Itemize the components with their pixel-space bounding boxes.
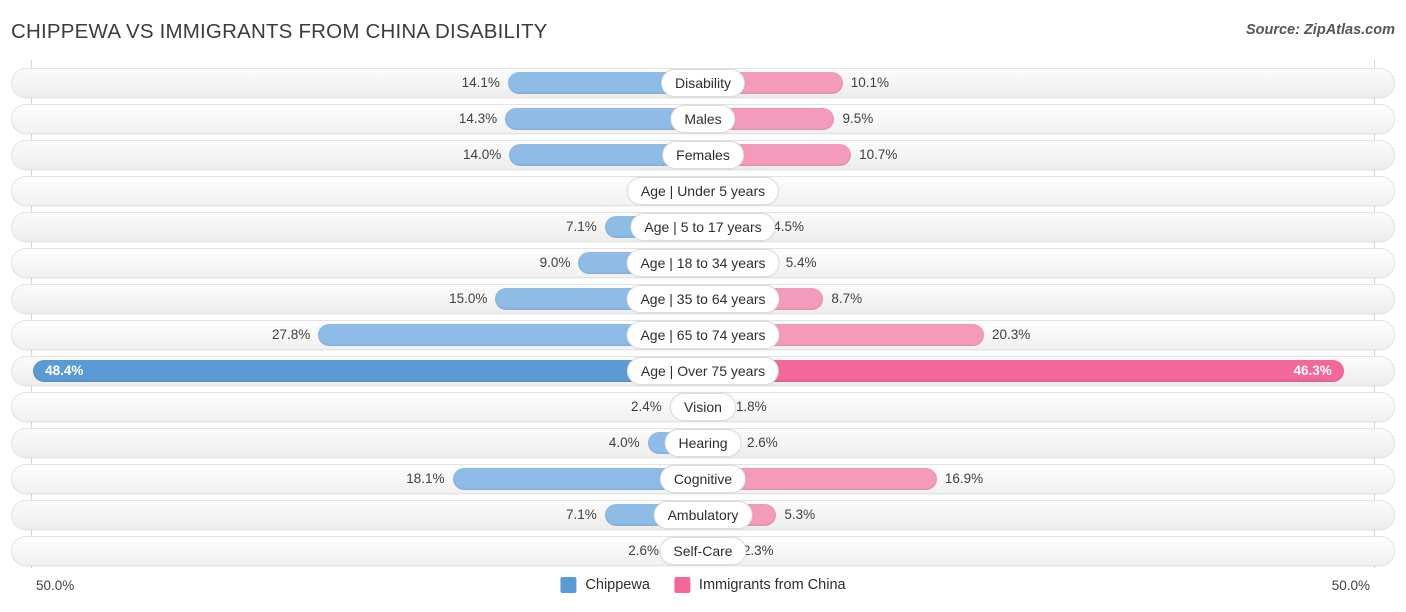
value-label-chippewa: 2.4% — [631, 399, 662, 414]
value-label-chippewa: 4.0% — [608, 435, 640, 450]
value-label-chippewa: 2.6% — [628, 543, 660, 558]
chart-header: CHIPPEWA VS IMMIGRANTS FROM CHINA DISABI… — [0, 0, 1406, 58]
bar-chippewa — [33, 360, 703, 382]
value-label-chippewa: 27.8% — [271, 327, 311, 342]
chart-row: 14.0% 10.7% Females — [11, 140, 1395, 170]
legend-label-immigrants-from-china: Immigrants from China — [698, 577, 846, 593]
value-label-chippewa: 7.1% — [565, 507, 597, 522]
chart-row: 2.4% 1.8% Vision — [11, 392, 1395, 422]
legend-label-chippewa: Chippewa — [585, 577, 650, 593]
legend-swatch-icon-chippewa — [560, 577, 577, 593]
value-label-chippewa: 14.0% — [462, 147, 502, 162]
category-label: Cognitive — [659, 465, 747, 493]
value-label-chippewa: 48.4% — [45, 363, 84, 378]
category-label: Disability — [660, 69, 746, 97]
category-label: Males — [670, 105, 736, 133]
value-label-immigrants-from-china: 1.8% — [735, 399, 767, 414]
value-label-immigrants-from-china: 16.9% — [944, 471, 984, 486]
chart-row: 9.0% 5.4% Age | 18 to 34 years — [11, 248, 1395, 278]
category-label: Vision — [670, 393, 736, 421]
legend-item-immigrants-from-china[interactable]: Immigrants from China — [673, 577, 846, 593]
axis-tick-right: 50.0% — [1331, 578, 1370, 593]
chart-row: 7.1% 4.5% Age | 5 to 17 years — [11, 212, 1395, 242]
source-attribution: Source: ZipAtlas.com — [1245, 22, 1395, 38]
value-label-chippewa: 14.3% — [458, 111, 498, 126]
value-label-chippewa: 7.1% — [565, 219, 597, 234]
category-label: Self-Care — [659, 537, 747, 565]
category-label: Age | 35 to 64 years — [626, 285, 780, 313]
chart-row: 48.4% 46.3% Age | Over 75 years — [11, 356, 1395, 386]
page-title: CHIPPEWA VS IMMIGRANTS FROM CHINA DISABI… — [11, 20, 548, 43]
chart-row: 18.1% 16.9% Cognitive — [11, 464, 1395, 494]
diverging-bar-chart: 14.1% 10.1% Disability 14.3% 9.5% Males 14.0% 1… — [0, 60, 1406, 568]
value-label-immigrants-from-china: 4.5% — [773, 219, 805, 234]
value-label-immigrants-from-china: 8.7% — [831, 291, 863, 306]
value-label-immigrants-from-china: 5.3% — [784, 507, 816, 522]
chart-row: 15.0% 8.7% Age | 35 to 64 years — [11, 284, 1395, 314]
value-label-immigrants-from-china: 10.7% — [859, 147, 898, 162]
axis-tick-left: 50.0% — [36, 578, 75, 593]
chart-footer: 50.0% 50.0% Chippewa Immigrants from Chi… — [0, 572, 1406, 612]
value-label-immigrants-from-china: 46.3% — [1293, 363, 1332, 378]
value-label-chippewa: 9.0% — [539, 255, 571, 270]
value-label-chippewa: 15.0% — [449, 291, 488, 306]
value-label-chippewa: 14.1% — [461, 75, 500, 90]
legend-item-chippewa[interactable]: Chippewa — [560, 577, 650, 593]
category-label: Hearing — [664, 429, 742, 457]
value-label-immigrants-from-china: 2.3% — [742, 543, 774, 558]
chart-row: 14.1% 10.1% Disability — [11, 68, 1395, 98]
value-label-immigrants-from-china: 2.6% — [746, 435, 778, 450]
legend-swatch-icon-immigrants-from-china — [673, 577, 690, 593]
value-label-immigrants-from-china: 9.5% — [842, 111, 874, 126]
category-label: Age | 5 to 17 years — [630, 213, 776, 241]
value-label-immigrants-from-china: 10.1% — [850, 75, 890, 90]
value-label-immigrants-from-china: 20.3% — [991, 327, 1031, 342]
category-label: Age | 65 to 74 years — [626, 321, 780, 349]
category-label: Age | Over 75 years — [626, 357, 780, 385]
category-label: Ambulatory — [653, 501, 753, 529]
category-label: Age | Under 5 years — [626, 177, 780, 205]
chart-row: 27.8% 20.3% Age | 65 to 74 years — [11, 320, 1395, 350]
chart-row: 4.0% 2.6% Hearing — [11, 428, 1395, 458]
chart-row: 2.6% 2.3% Self-Care — [11, 536, 1395, 566]
category-label: Females — [662, 141, 744, 169]
chart-legend: Chippewa Immigrants from China — [560, 577, 846, 593]
chart-row: 1.9%0.96%Age | Under 5 years — [11, 176, 1395, 206]
chart-row: 14.3% 9.5% Males — [11, 104, 1395, 134]
value-label-chippewa: 18.1% — [406, 471, 445, 486]
category-label: Age | 18 to 34 years — [626, 249, 780, 277]
value-label-immigrants-from-china: 5.4% — [785, 255, 817, 270]
bar-immigrants-from-china — [703, 360, 1344, 382]
chart-row: 7.1% 5.3% Ambulatory — [11, 500, 1395, 530]
